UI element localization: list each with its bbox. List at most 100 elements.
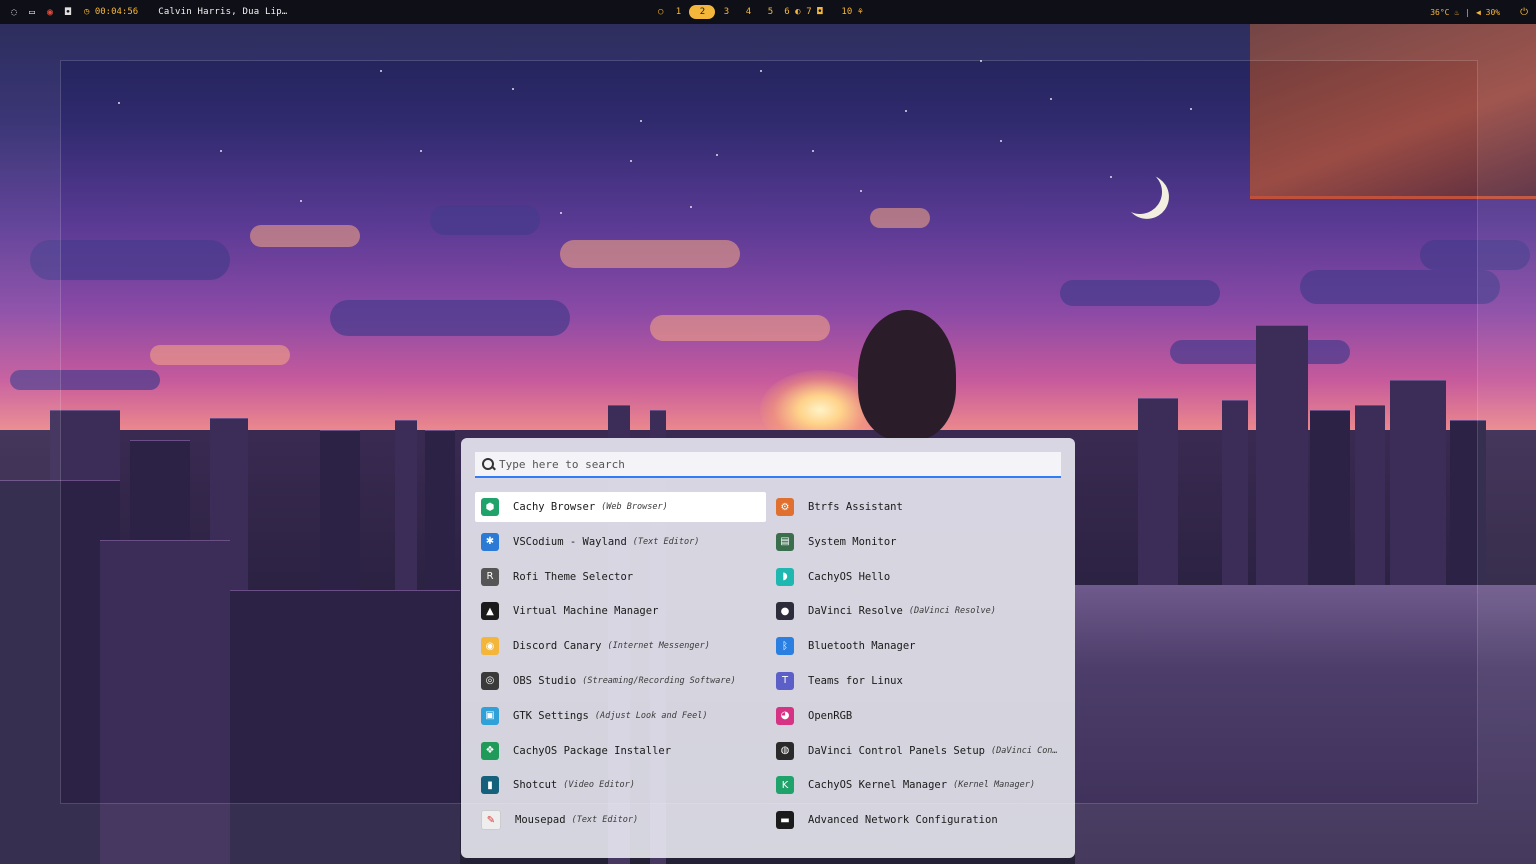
- launcher-entry[interactable]: ⚙ Btrfs Assistant: [770, 492, 1061, 522]
- launcher-entry[interactable]: ▮ Shotcut (Video Editor): [475, 770, 766, 800]
- search-input[interactable]: [497, 452, 1061, 476]
- separator: |: [1465, 7, 1470, 17]
- app-description: (Text Editor): [632, 536, 700, 547]
- star: [860, 190, 862, 192]
- mousepad-icon: ✎: [481, 810, 501, 831]
- workspace-button[interactable]: 3: [715, 5, 737, 19]
- star: [980, 60, 982, 62]
- flame-icon: ♨: [1454, 7, 1460, 17]
- cloud: [150, 345, 290, 365]
- app-name: Btrfs Assistant: [808, 501, 903, 513]
- app-description: (Adjust Look and Feel): [594, 710, 708, 721]
- star: [905, 110, 907, 112]
- app-name: Teams for Linux: [808, 674, 903, 687]
- openrgb-icon: ◕: [776, 706, 794, 725]
- cloud: [330, 300, 570, 336]
- workspace-button[interactable]: 4: [737, 5, 759, 19]
- launcher-entry[interactable]: ◍ DaVinci Control Panels Setup (DaVinci Co…: [770, 736, 1061, 766]
- star: [380, 70, 382, 72]
- app-name: DaVinci Control Panels Setup: [808, 744, 986, 757]
- top-bar: ◌ ▭ ◉ ◘ ◷ 00:04:56 Calvin Harris, Dua Li…: [0, 0, 1536, 24]
- app-name: OBS Studio: [513, 674, 577, 687]
- star: [300, 200, 302, 202]
- workspace-button[interactable]: 7 ◘: [803, 5, 825, 19]
- launcher-entry[interactable]: ▬ Advanced Network Configuration: [770, 805, 1061, 835]
- launcher-entry[interactable]: ◗ CachyOS Hello: [770, 562, 1061, 592]
- app-name: Virtual Machine Manager: [513, 605, 659, 618]
- cloud: [1300, 270, 1500, 304]
- launcher-entry[interactable]: ◕ OpenRGB: [770, 701, 1061, 731]
- app-description: (Streaming/Recording Software): [582, 675, 736, 686]
- star: [512, 88, 514, 90]
- app-name: Cachy Browser: [513, 501, 596, 513]
- monitor-icon[interactable]: ▭: [26, 6, 38, 18]
- workspace-button[interactable]: 10 ⚘: [839, 5, 865, 19]
- launcher-entry[interactable]: ✎ Mousepad (Text Editor): [475, 805, 766, 835]
- star: [812, 150, 814, 152]
- discord-canary-icon: ◉: [481, 637, 499, 656]
- workspace-button[interactable]: 2: [689, 5, 716, 19]
- app-description: (DaVinci Contr…: [991, 745, 1061, 756]
- launcher-entry[interactable]: ◉ Discord Canary (Internet Messenger): [475, 631, 766, 661]
- kernel-manager-icon: K: [776, 776, 794, 795]
- cloud: [560, 240, 740, 268]
- star: [690, 206, 692, 208]
- workspace-indicator-icon: ○: [658, 7, 664, 17]
- bluetooth-icon: ᛒ: [776, 637, 794, 656]
- now-playing-track[interactable]: Calvin Harris, Dua Lip…: [158, 7, 287, 17]
- star: [118, 102, 120, 104]
- launcher-entry[interactable]: ▣ GTK Settings (Adjust Look and Feel): [475, 701, 766, 731]
- launcher-entry[interactable]: ▤ System Monitor: [770, 527, 1061, 557]
- launcher-entry[interactable]: R Rofi Theme Selector: [475, 562, 766, 592]
- workspace-button[interactable]: 5: [759, 5, 781, 19]
- app-name: Bluetooth Manager: [808, 640, 916, 653]
- package-installer-icon: ❖: [481, 741, 499, 760]
- discord-icon[interactable]: ◘: [62, 6, 74, 18]
- launcher-entry[interactable]: ✱ VSCodium - Wayland (Text Editor): [475, 527, 766, 557]
- vscodium-icon: ✱: [481, 532, 499, 551]
- launcher-entry[interactable]: ᛒ Bluetooth Manager: [770, 631, 1061, 661]
- speaker-icon: ◀: [1475, 7, 1481, 17]
- star: [1110, 176, 1112, 178]
- timer[interactable]: ◷ 00:04:56: [84, 7, 138, 17]
- workspace-button[interactable]: 6 ◐: [781, 5, 803, 19]
- cloud: [10, 370, 160, 390]
- temperature[interactable]: 36°C ♨: [1430, 8, 1459, 17]
- launcher-entry[interactable]: ❖ CachyOS Package Installer: [475, 736, 766, 766]
- app-description: (Text Editor): [571, 815, 639, 826]
- launcher-entry[interactable]: K CachyOS Kernel Manager (Kernel Manager): [770, 770, 1061, 800]
- launcher-entry[interactable]: T Teams for Linux: [770, 666, 1061, 696]
- eye-off-icon[interactable]: ◌: [8, 6, 20, 18]
- shotcut-icon: ▮: [481, 776, 499, 795]
- power-icon[interactable]: ⏻: [1520, 7, 1528, 18]
- app-name: CachyOS Kernel Manager: [808, 779, 948, 792]
- cachyos-hello-icon: ◗: [776, 567, 794, 586]
- star: [420, 150, 422, 152]
- app-description: (DaVinci Resolve): [908, 606, 996, 617]
- volume[interactable]: ◀ 30%: [1476, 8, 1500, 17]
- app-name: GTK Settings: [513, 709, 589, 722]
- launcher-entry[interactable]: ◎ OBS Studio (Streaming/Recording Software…: [475, 666, 766, 696]
- app-list: ⬢ Cachy Browser (Web Browser) ⚙ Btrfs Assist…: [475, 492, 1065, 840]
- app-name: CachyOS Hello: [808, 570, 891, 583]
- network-config-icon: ▬: [776, 811, 794, 830]
- launcher-entry[interactable]: ⬢ Cachy Browser (Web Browser): [475, 492, 766, 522]
- launcher-entry[interactable]: ● DaVinci Resolve (DaVinci Resolve): [770, 596, 1061, 626]
- star: [640, 120, 642, 122]
- virt-manager-icon: ▲: [481, 602, 499, 621]
- cloud: [30, 240, 230, 280]
- search-icon: [479, 455, 497, 473]
- chrome-icon[interactable]: ◉: [44, 6, 56, 18]
- cloud: [870, 208, 930, 228]
- workspace-button[interactable]: 1: [667, 5, 689, 19]
- cloud: [1420, 240, 1530, 270]
- app-launcher: ⬢ Cachy Browser (Web Browser) ⚙ Btrfs Assist…: [461, 438, 1075, 858]
- search-bar[interactable]: [475, 452, 1061, 478]
- teams-icon: T: [776, 671, 794, 690]
- app-description: (Video Editor): [563, 780, 635, 791]
- top-bar-right: 36°C ♨ | ◀ 30% ⏻: [1430, 0, 1528, 24]
- cloud: [650, 315, 830, 341]
- app-name: Discord Canary: [513, 640, 602, 653]
- launcher-entry[interactable]: ▲ Virtual Machine Manager: [475, 596, 766, 626]
- wallpaper-balcony: [1075, 585, 1536, 864]
